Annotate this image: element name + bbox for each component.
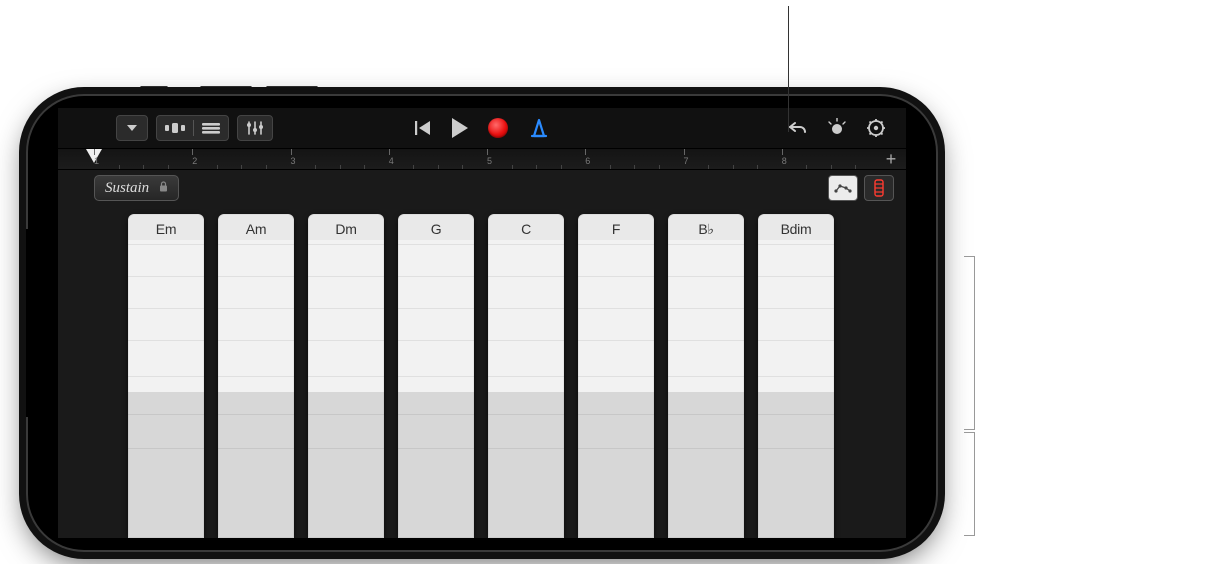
- chord-strip[interactable]: Bdim: [758, 214, 834, 538]
- bar-marker: 8: [782, 149, 787, 169]
- my-songs-button[interactable]: [116, 115, 148, 141]
- chord-label: B♭: [668, 221, 744, 238]
- undo-button[interactable]: [788, 120, 808, 136]
- chord-label: Bdim: [758, 221, 834, 237]
- bar-marker: 4: [389, 149, 394, 169]
- bar-marker: 3: [291, 149, 296, 169]
- bar-marker: 6: [585, 149, 590, 169]
- notch: [26, 229, 58, 417]
- chord-label: C: [488, 221, 564, 237]
- settings-button[interactable]: [866, 118, 886, 138]
- chord-strip[interactable]: Dm: [308, 214, 384, 538]
- sustain-button[interactable]: Sustain: [94, 175, 179, 201]
- chord-strip[interactable]: Em: [128, 214, 204, 538]
- tracks-view-icon[interactable]: [194, 116, 228, 140]
- bar-marker: 7: [684, 149, 689, 169]
- chord-strips-area: Em Am Dm GCF B♭ Bdim: [58, 206, 906, 538]
- chevron-down-icon: [125, 121, 139, 135]
- play-button[interactable]: [452, 118, 468, 138]
- toolbar: [58, 108, 906, 148]
- transport-controls: [414, 118, 550, 138]
- chord-label: F: [578, 221, 654, 237]
- go-to-beginning-button[interactable]: [414, 119, 432, 137]
- chord-strip[interactable]: G: [398, 214, 474, 538]
- volume-down-button: [266, 86, 318, 94]
- autoplay-button[interactable]: [864, 175, 894, 201]
- timeline-ruler[interactable]: 1 2 3 4 5 6 7 8 +: [58, 148, 906, 170]
- chord-strip[interactable]: B♭: [668, 214, 744, 538]
- chord-strip[interactable]: Am: [218, 214, 294, 538]
- lock-icon: [159, 181, 168, 195]
- callout-line: [788, 6, 789, 132]
- metronome-button[interactable]: [528, 118, 550, 138]
- view-toggle[interactable]: [156, 115, 229, 141]
- track-controls-button[interactable]: [237, 115, 273, 141]
- chord-label: Em: [128, 221, 204, 237]
- sustain-label: Sustain: [105, 180, 149, 197]
- chord-label: Am: [218, 221, 294, 237]
- record-button[interactable]: [488, 118, 508, 138]
- chord-label: Dm: [308, 221, 384, 237]
- sliders-icon: [246, 120, 264, 136]
- volume-up-button: [200, 86, 252, 94]
- callout-bracket-chord-strips: [974, 256, 975, 430]
- callout-bracket-bass-notes: [974, 432, 975, 536]
- app-screen: 1 2 3 4 5 6 7 8 + Sustain: [58, 108, 906, 538]
- mute-switch: [140, 86, 168, 94]
- add-section-button[interactable]: +: [882, 151, 900, 169]
- bar-marker: 2: [192, 149, 197, 169]
- bar-marker: 5: [487, 149, 492, 169]
- bar-marker: 1: [94, 149, 99, 169]
- chord-strip[interactable]: C: [488, 214, 564, 538]
- chord-label: G: [398, 221, 474, 237]
- iphone-frame: 1 2 3 4 5 6 7 8 + Sustain: [26, 94, 938, 552]
- chord-strips-button[interactable]: [828, 175, 858, 201]
- browser-view-icon[interactable]: [157, 116, 193, 140]
- chord-strip[interactable]: F: [578, 214, 654, 538]
- instrument-controls: Sustain: [58, 170, 906, 206]
- fx-button[interactable]: [826, 118, 848, 138]
